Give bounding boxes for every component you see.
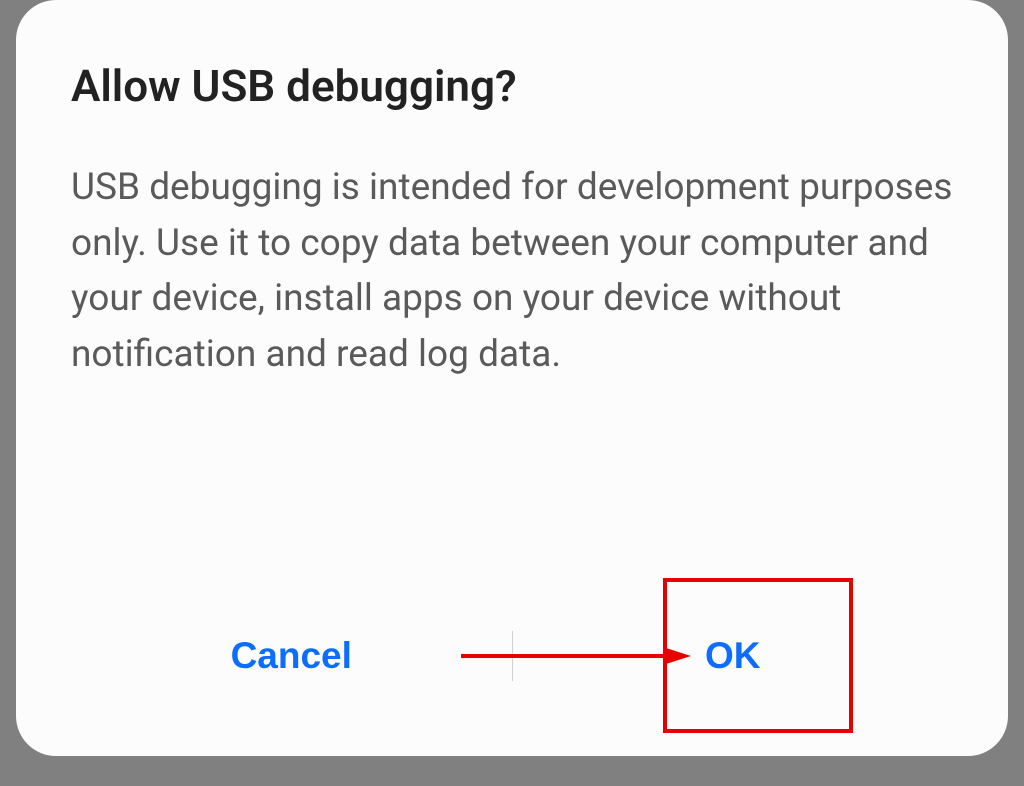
cancel-button[interactable]: Cancel xyxy=(71,605,512,707)
usb-debugging-dialog: Allow USB debugging? USB debugging is in… xyxy=(16,0,1008,756)
dialog-title: Allow USB debugging? xyxy=(71,60,953,112)
dialog-message: USB debugging is intended for developmen… xyxy=(71,160,953,556)
ok-button[interactable]: OK xyxy=(513,605,954,707)
dialog-button-row: Cancel OK xyxy=(71,596,953,716)
